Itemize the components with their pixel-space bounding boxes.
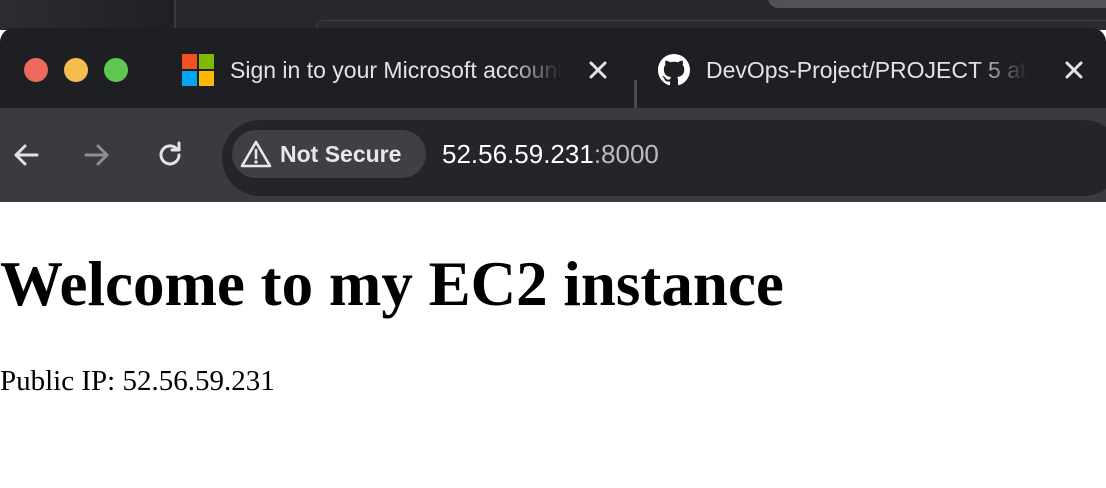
screen: Sign in to your Microsoft account DevOps… [0,0,1106,488]
window-maximize-button[interactable] [104,58,128,82]
background-window [0,0,1106,30]
warning-triangle-icon [240,139,272,169]
background-bar [768,0,1106,8]
window-minimize-button[interactable] [64,58,88,82]
url-port: :8000 [593,139,659,169]
address-bar[interactable]: Not Secure 52.56.59.231:8000 [222,120,1106,196]
background-panel [0,0,176,30]
tab-strip: Sign in to your Microsoft account DevOps… [0,28,1106,108]
page-content: Welcome to my EC2 instance Public IP: 52… [0,202,1106,488]
tab-divider [634,80,637,108]
tab-close-icon[interactable] [1060,56,1088,84]
security-indicator-button[interactable]: Not Secure [232,130,426,178]
tab-github-project[interactable]: DevOps-Project/PROJECT 5 at main [644,42,1106,98]
page-heading: Welcome to my EC2 instance [0,249,784,319]
security-label: Not Secure [280,141,402,167]
back-arrow-icon[interactable] [8,137,44,173]
github-logo-icon [658,54,690,86]
url-host: 52.56.59.231 [442,139,594,169]
public-ip-text: Public IP: 52.56.59.231 [0,365,275,397]
url-text[interactable]: 52.56.59.231:8000 [442,137,659,171]
forward-arrow-icon[interactable] [79,137,115,173]
tab-title-fade [974,54,1034,86]
tab-title-fade [508,54,568,86]
tab-microsoft-signin[interactable]: Sign in to your Microsoft account [168,42,628,98]
reload-icon[interactable] [152,137,188,173]
microsoft-logo-icon [182,54,214,86]
window-close-button[interactable] [24,58,48,82]
browser-toolbar: Not Secure 52.56.59.231:8000 [0,108,1106,202]
tab-close-icon[interactable] [584,56,612,84]
